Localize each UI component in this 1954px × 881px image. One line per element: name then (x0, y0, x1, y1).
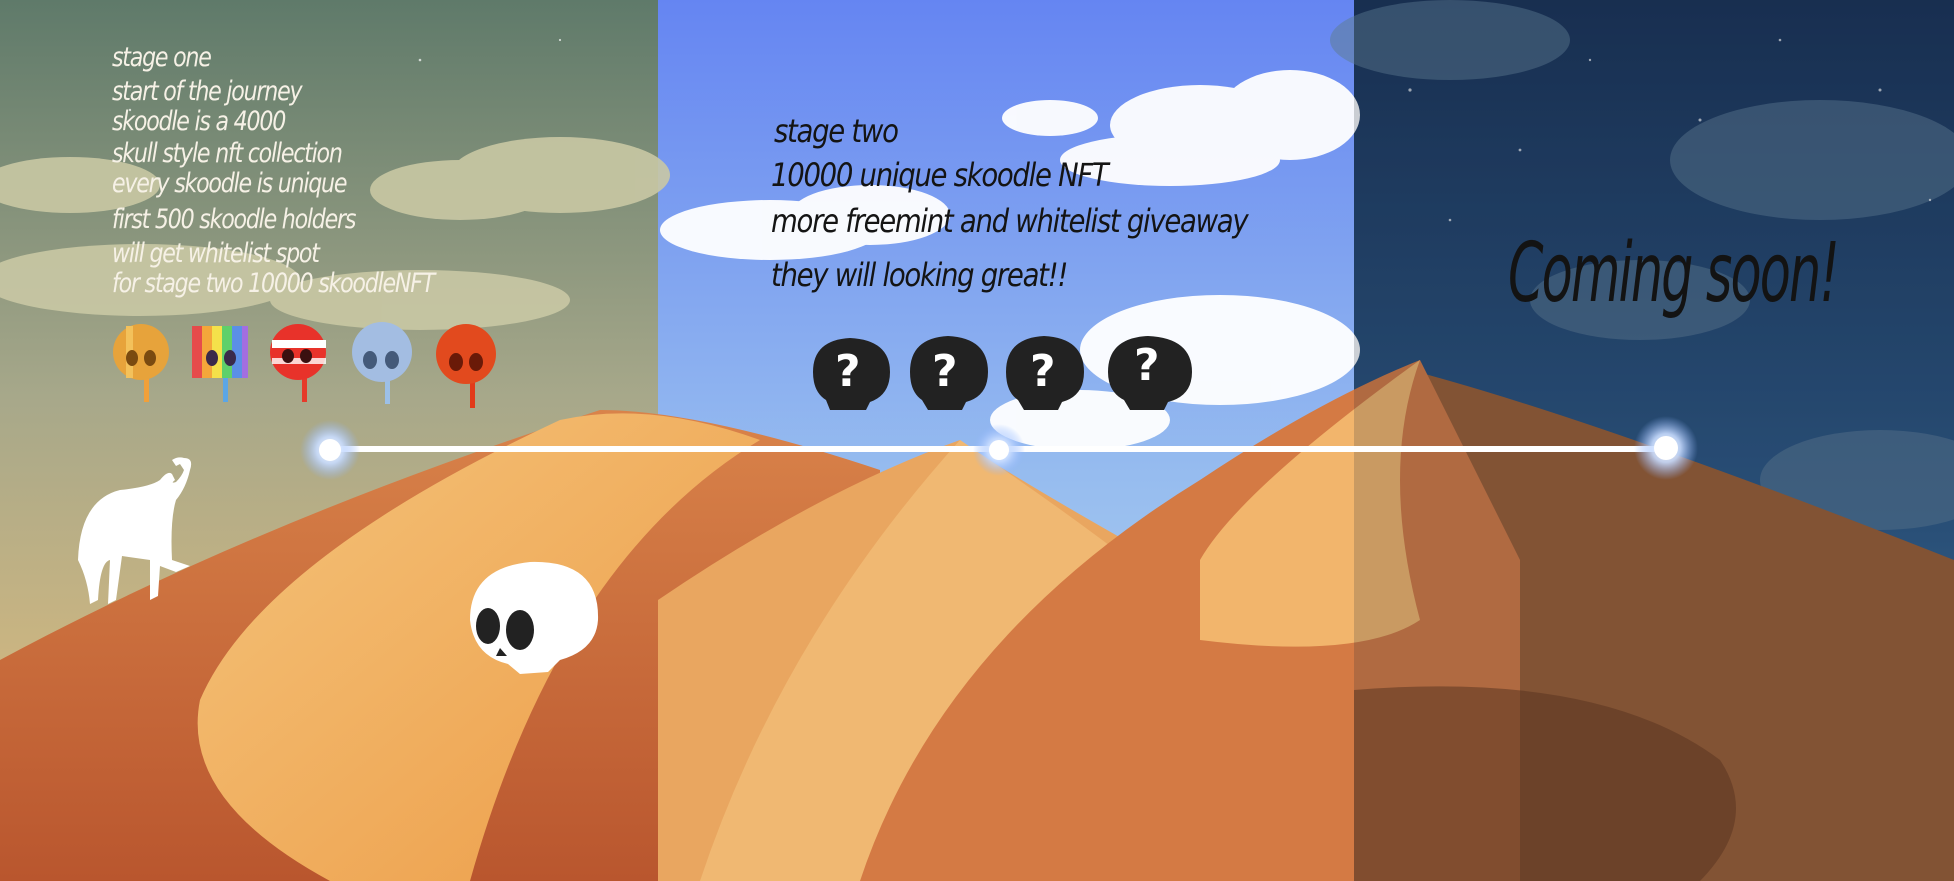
stage-one-line: skoodle is a 4000 (112, 106, 286, 137)
roadmap-banner: ? ? ? ? stage one start of the journey s… (0, 0, 1954, 881)
stage-one-line: will get whitelist spot (112, 238, 320, 269)
mystery-mark: ? (835, 346, 861, 397)
stage-two-line: they will looking great!! (771, 256, 1068, 294)
stage-two-title: stage two (774, 112, 899, 150)
stage-two-line: 10000 unique skoodle NFT (771, 156, 1109, 194)
stage-one-line: skull style nft collection (112, 138, 343, 169)
stage-one-line: every skoodle is unique (112, 168, 347, 199)
stage-one-line: first 500 skoodle holders (112, 204, 356, 235)
mystery-mark: ? (932, 346, 958, 397)
stage-one-line: for stage two 10000 skoodleNFT (112, 268, 435, 299)
desert-background (0, 0, 1954, 881)
mystery-mark: ? (1030, 346, 1056, 397)
stage-one-line: start of the journey (112, 76, 303, 107)
coming-soon-label: Coming soon! (1508, 226, 1840, 321)
mystery-mark: ? (1134, 340, 1160, 391)
stage-two-line: more freemint and whitelist giveaway (771, 202, 1249, 240)
stage-one-title: stage one (112, 42, 212, 73)
